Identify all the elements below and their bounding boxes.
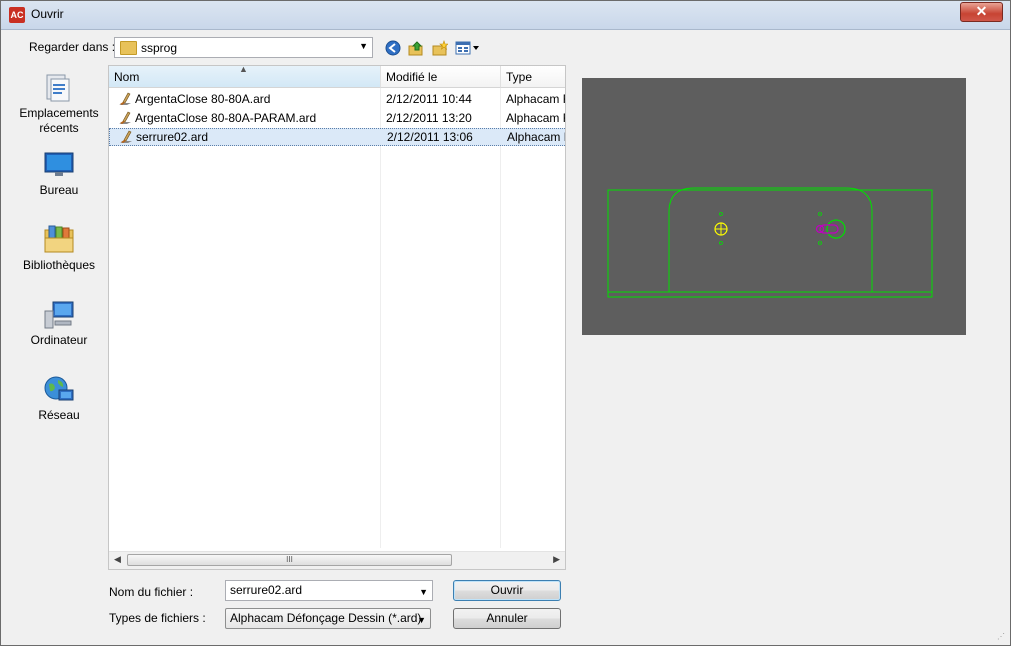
title-bar[interactable]: AC Ouvrir ✕ [1,1,1010,30]
filetype-value: Alphacam Défonçage Dessin (*.ard) [230,611,422,625]
place-computer[interactable]: Ordinateur [12,299,106,348]
place-recent[interactable]: Emplacements récents [12,72,106,136]
file-modified: 2/12/2011 10:44 [386,92,472,106]
file-type: Alphacam F [507,130,566,144]
resize-grip-icon[interactable]: ⋰ [997,632,1007,642]
place-label: Bibliothèques [22,258,96,272]
column-header-label: Nom [114,70,140,84]
alphacam-app-icon: AC [9,7,25,23]
open-button[interactable]: Ouvrir [453,580,561,601]
folder-icon [120,41,137,55]
place-label: Bureau [39,183,79,197]
alphacam-file-icon [119,92,131,105]
sort-ascending-icon: ▲ [239,65,248,74]
filetype-label: Types de fichiers : [109,611,206,625]
open-dialog: AC Ouvrir ✕ Regarder dans : ssprog ▼ Emp… [0,0,1011,646]
cancel-button[interactable]: Annuler [453,608,561,629]
horizontal-scrollbar[interactable]: ◀ III ▶ [109,551,565,569]
chevron-down-icon: ▼ [359,41,368,51]
column-divider [380,88,381,548]
file-name: ArgentaClose 80-80A-PARAM.ard [135,111,317,125]
column-header-modified[interactable]: Modifié le [381,66,501,88]
computer-icon [44,301,74,329]
close-button[interactable]: ✕ [960,2,1003,22]
view-menu-icon[interactable] [455,40,481,56]
desktop-icon [44,152,74,176]
filename-input[interactable]: serrure02.ard ▼ [225,580,433,601]
new-folder-icon[interactable] [432,40,448,56]
chevron-down-icon[interactable]: ▼ [419,583,428,602]
look-in-combo[interactable]: ssprog ▼ [114,37,373,58]
file-name: serrure02.ard [136,130,209,144]
place-label: Ordinateur [30,333,88,347]
network-icon [44,376,74,401]
place-desktop[interactable]: Bureau [12,149,106,198]
file-row[interactable]: ArgentaClose 80-80A.ard 2/12/2011 10:44 … [109,90,566,108]
file-row[interactable]: ArgentaClose 80-80A-PARAM.ard 2/12/2011 … [109,109,566,127]
recent-places-icon [46,74,70,102]
column-header-label: Type [506,70,533,84]
drawing-preview [582,78,966,335]
back-icon[interactable] [385,40,401,56]
file-row-selected[interactable]: serrure02.ard 2/12/2011 13:06 Alphacam F [109,128,566,146]
place-libraries[interactable]: Bibliothèques [12,224,106,273]
places-bar: Emplacements récents Bureau Bibliothèque… [12,64,106,626]
filename-label: Nom du fichier : [109,585,194,599]
column-header-label: Modifié le [386,70,438,84]
scroll-right-icon[interactable]: ▶ [553,554,560,565]
column-header-name[interactable]: ▲ Nom [109,66,381,88]
scroll-left-icon[interactable]: ◀ [114,554,121,565]
alphacam-file-icon [120,130,132,143]
place-network[interactable]: Réseau [12,374,106,423]
look-in-label: Regarder dans : [29,40,116,54]
place-label: Réseau [38,408,80,422]
column-header-type[interactable]: Type [501,66,565,88]
file-modified: 2/12/2011 13:06 [387,130,473,144]
up-folder-icon[interactable] [408,40,424,56]
file-list[interactable]: ▲ Nom Modifié le Type ArgentaClose 80-80… [108,65,566,570]
place-label: Emplacements récents [19,106,99,135]
filetype-select[interactable]: Alphacam Défonçage Dessin (*.ard) ▼ [225,608,431,629]
file-type: Alphacam F [506,111,566,125]
column-divider [500,88,501,548]
look-in-value: ssprog [141,41,178,55]
file-type: Alphacam F [506,92,566,106]
filename-value: serrure02.ard [230,583,303,597]
file-modified: 2/12/2011 13:20 [386,111,472,125]
scrollbar-thumb[interactable]: III [127,554,452,566]
alphacam-file-icon [119,111,131,124]
window-title: Ouvrir [31,7,64,21]
libraries-icon [44,225,74,253]
chevron-down-icon: ▼ [417,615,426,625]
file-name: ArgentaClose 80-80A.ard [135,92,271,106]
